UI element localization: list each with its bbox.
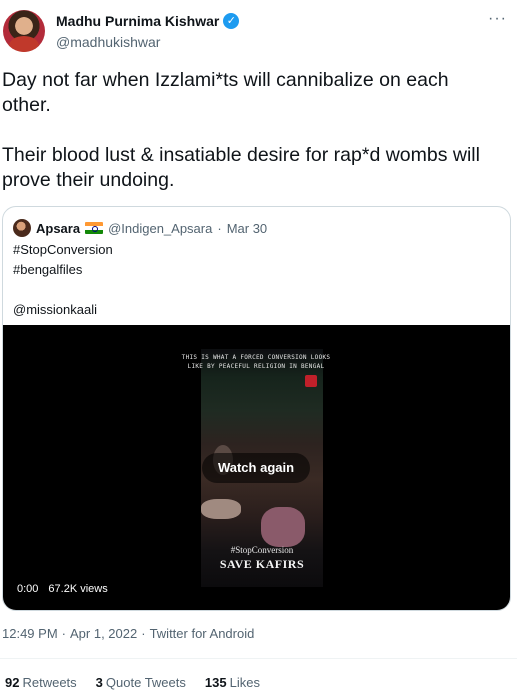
likes-stat[interactable]: 135 Likes [205, 675, 260, 690]
video-meta: 0:00 67.2K views [17, 583, 108, 595]
tweet-text: Day not far when Izzlami*ts will canniba… [2, 69, 480, 191]
video-watermark-icon [305, 375, 317, 387]
quoted-author-avatar[interactable] [13, 219, 31, 237]
quote-tweets-count: 3 [95, 675, 103, 690]
verified-badge-icon: ✓ [223, 13, 240, 29]
tweet-stats: 92 Retweets 3 Quote Tweets 135 Likes [5, 675, 260, 690]
tweet-date[interactable]: Apr 1, 2022 [70, 626, 137, 641]
quote-tweets-label: Quote Tweets [105, 675, 186, 690]
separator-dot: · [217, 220, 222, 236]
hashtag-link[interactable]: #StopConversion [13, 240, 113, 260]
likes-count: 135 [204, 675, 227, 690]
video-hashtag-overlay: #StopConversion [230, 545, 294, 555]
quoted-tweet-header: Apsara @Indigen_Apsara · Mar 30 [13, 219, 267, 237]
video-caption: THIS IS WHAT A FORCED CONVERSION LOOKS L… [181, 354, 331, 370]
retweets-count: 92 [5, 675, 20, 690]
quoted-tweet-text: #StopConversion #bengalfiles @missionkaa… [13, 240, 113, 320]
quoted-author-handle[interactable]: @Indigen_Apsara [108, 221, 212, 236]
video-figure [201, 499, 241, 519]
quoted-tweet-date[interactable]: Mar 30 [227, 221, 267, 236]
hashtag-link[interactable]: #bengalfiles [13, 260, 113, 280]
tweet: Madhu Purnima Kishwar ✓ @madhukishwar ··… [0, 0, 517, 699]
mention-link[interactable]: @missionkaali [13, 300, 113, 320]
separator-dot: · [141, 626, 146, 641]
quoted-tweet[interactable]: Apsara @Indigen_Apsara · Mar 30 #StopCon… [2, 206, 511, 611]
video-time: 0:00 [17, 583, 39, 595]
more-options-icon[interactable]: ··· [488, 10, 507, 28]
author-name-row: Madhu Purnima Kishwar ✓ [56, 13, 240, 29]
tweet-timestamp: 12:49 PM · Apr 1, 2022 · Twitter for And… [2, 626, 254, 641]
watch-again-button[interactable]: Watch again [202, 453, 310, 483]
video-title-overlay: SAVE KAFIRS [219, 557, 305, 571]
video-views: 67.2K views [48, 583, 108, 595]
author-avatar[interactable] [3, 10, 45, 52]
author-handle[interactable]: @madhukishwar [56, 34, 160, 50]
separator-dot: · [61, 626, 66, 641]
video-figure [261, 507, 305, 547]
likes-label: Likes [229, 675, 260, 690]
quote-tweets-stat[interactable]: 3 Quote Tweets [96, 675, 186, 690]
divider [0, 658, 517, 659]
tweet-client[interactable]: Twitter for Android [150, 626, 255, 641]
retweets-stat[interactable]: 92 Retweets [5, 675, 77, 690]
quoted-author-name[interactable]: Apsara [36, 221, 80, 236]
author-name[interactable]: Madhu Purnima Kishwar [56, 13, 219, 29]
india-flag-icon [85, 222, 104, 234]
retweets-label: Retweets [22, 675, 77, 690]
video-player[interactable]: THIS IS WHAT A FORCED CONVERSION LOOKS L… [3, 325, 510, 610]
tweet-time[interactable]: 12:49 PM [2, 626, 58, 641]
